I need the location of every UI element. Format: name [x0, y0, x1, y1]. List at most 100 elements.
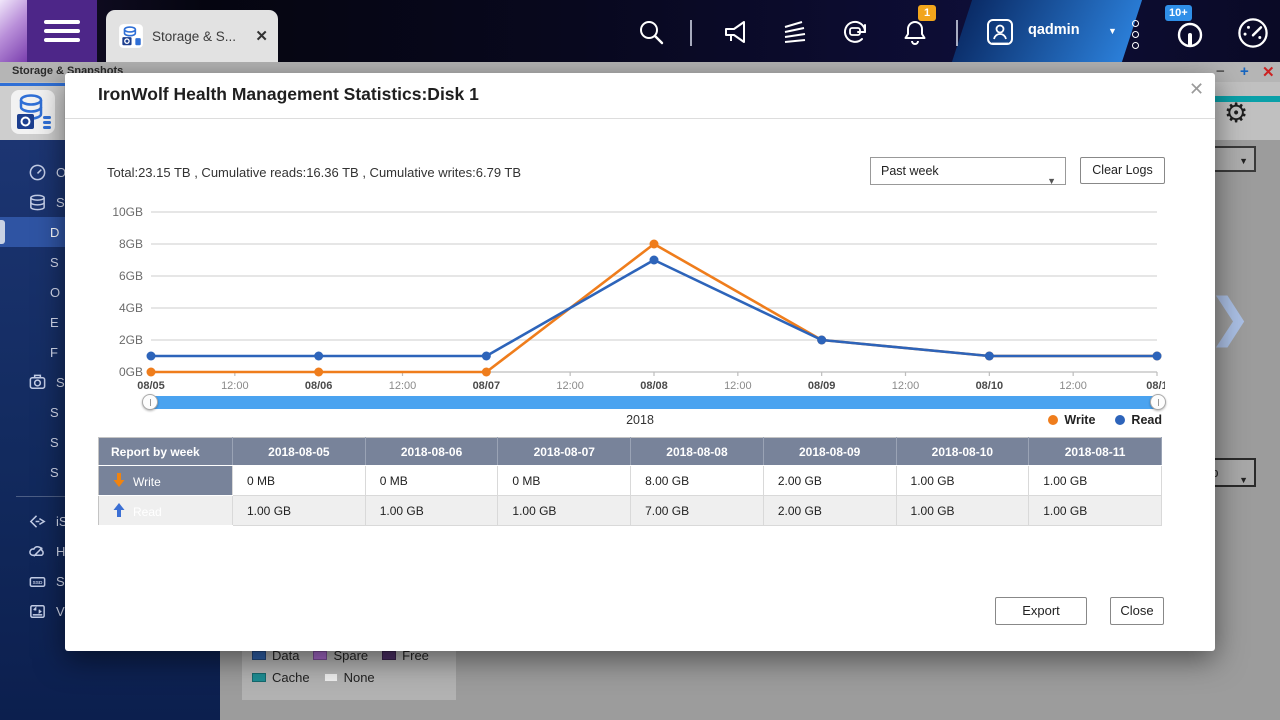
data-point-write: [650, 240, 659, 249]
data-point-write: [314, 368, 323, 377]
svg-text:12:00: 12:00: [724, 380, 752, 392]
window-minimize-button[interactable]: −: [1216, 63, 1225, 80]
table-date-header: 2018-08-05: [233, 438, 366, 466]
line-chart: 0GB2GB4GB6GB8GB10GB08/0512:0008/0612:000…: [95, 200, 1165, 395]
legend-item-cache: Cache: [252, 670, 310, 685]
external-device-sync-icon[interactable]: [840, 17, 870, 47]
table-cell: 0 MB: [498, 466, 631, 496]
period-dropdown[interactable]: Past week ▼: [870, 157, 1066, 185]
table-cell: 1.00 GB: [1029, 466, 1162, 496]
sidebar-item-label: F: [50, 345, 58, 360]
legend-dot-icon: [1048, 415, 1058, 425]
table-cell: 0 MB: [233, 466, 366, 496]
table-cell: 7.00 GB: [631, 496, 764, 526]
gauge-icon: [28, 163, 47, 182]
dashboard-badge: 10+: [1165, 5, 1192, 21]
period-dropdown-value: Past week: [881, 164, 939, 178]
data-point-read: [314, 352, 323, 361]
legend-item-none: None: [324, 670, 375, 685]
legend-label: Cache: [272, 670, 310, 685]
data-point-read: [985, 352, 994, 361]
topbar-separator: [690, 20, 692, 46]
table-date-header: 2018-08-11: [1029, 438, 1162, 466]
export-button[interactable]: Export: [995, 597, 1087, 625]
user-name[interactable]: qadmin: [1028, 22, 1080, 38]
sidebar-item-label: S: [50, 255, 59, 270]
table-cell: 2.00 GB: [763, 496, 896, 526]
table-date-header: 2018-08-07: [498, 438, 631, 466]
close-button[interactable]: Close: [1110, 597, 1164, 625]
data-point-read: [1153, 352, 1162, 361]
svg-text:12:00: 12:00: [1059, 380, 1087, 392]
table-date-header: 2018-08-10: [896, 438, 1029, 466]
svg-text:08/06: 08/06: [305, 380, 333, 392]
legend-series-label: Write: [1064, 413, 1095, 427]
user-avatar-icon[interactable]: [985, 17, 1015, 47]
window-maximize-button[interactable]: +: [1240, 63, 1249, 80]
chart-svg: 0GB2GB4GB6GB8GB10GB08/0512:0008/0612:000…: [95, 200, 1165, 395]
dialog-title: IronWolf Health Management Statistics:Di…: [98, 84, 479, 105]
statistics-table: Report by week2018-08-052018-08-062018-0…: [98, 437, 1162, 526]
data-point-read: [482, 352, 491, 361]
legend-swatch: [324, 673, 338, 682]
window-close-button[interactable]: ✕: [1262, 63, 1275, 81]
data-point-read: [817, 336, 826, 345]
brand-strip: [0, 0, 27, 62]
tab-storage-snapshots[interactable]: Storage & S... ✕: [106, 10, 278, 62]
background-tasks-icon[interactable]: [780, 17, 810, 47]
cloud-icon: [28, 542, 47, 561]
clear-logs-button[interactable]: Clear Logs: [1080, 157, 1165, 184]
hamburger-icon: [44, 15, 80, 47]
time-range-slider[interactable]: [146, 396, 1162, 409]
table-cell: 1.00 GB: [498, 496, 631, 526]
svg-text:4GB: 4GB: [119, 301, 143, 315]
svg-text:SSD: SSD: [33, 580, 43, 586]
user-caret-icon[interactable]: ▼: [1108, 26, 1117, 36]
sidebar-item-label: D: [50, 225, 59, 240]
table-date-header: 2018-08-09: [763, 438, 896, 466]
sidebar-item-label: O: [50, 285, 60, 300]
table-date-header: 2018-08-08: [631, 438, 764, 466]
tab-close-icon[interactable]: ✕: [255, 27, 268, 45]
more-options-icon[interactable]: [1128, 16, 1142, 53]
table-date-header: 2018-08-06: [365, 438, 498, 466]
vjbod-icon: [28, 602, 47, 621]
table-cell: 2.00 GB: [763, 466, 896, 496]
resource-monitor-icon[interactable]: [1236, 16, 1270, 50]
sidebar-item-label: S: [50, 465, 59, 480]
topbar-separator: [956, 20, 958, 46]
table-row-read: Read1.00 GB1.00 GB1.00 GB7.00 GB2.00 GB1…: [99, 496, 1162, 526]
svg-text:08/10: 08/10: [976, 380, 1004, 392]
storage-app-icon-large: [9, 88, 57, 136]
dialog-close-icon[interactable]: ✕: [1189, 79, 1204, 100]
svg-text:08/05: 08/05: [137, 380, 165, 392]
chart-legend-write: Write: [1048, 413, 1095, 427]
legend-label: None: [344, 670, 375, 685]
data-point-read: [147, 352, 156, 361]
slider-handle-right[interactable]: [1150, 394, 1166, 410]
svg-text:08/09: 08/09: [808, 380, 836, 392]
table-cell: 1.00 GB: [896, 496, 1029, 526]
announcement-icon[interactable]: [722, 17, 752, 47]
slider-handle-left[interactable]: [142, 394, 158, 410]
svg-text:08/07: 08/07: [473, 380, 501, 392]
chevron-down-icon: ▼: [1047, 168, 1056, 194]
main-menu-button[interactable]: [27, 0, 97, 62]
table-corner-header: Report by week: [99, 438, 233, 466]
table-cell: 1.00 GB: [1029, 496, 1162, 526]
chart-legend-read: Read: [1115, 413, 1162, 427]
dashboard-gauge-icon[interactable]: [1175, 20, 1205, 50]
screen: ⚙ ▼ ❯ up▼ OvStDSOEFSnSSSiSHySSDSSVJ Data…: [0, 0, 1280, 720]
search-icon[interactable]: [636, 17, 666, 47]
totals-summary: Total:23.15 TB , Cumulative reads:16.36 …: [107, 165, 521, 180]
notifications-bell-icon[interactable]: [900, 17, 930, 47]
data-point-read: [650, 256, 659, 265]
settings-gear-icon[interactable]: ⚙: [1224, 98, 1248, 129]
divider: [65, 118, 1215, 119]
table-cell: 1.00 GB: [365, 496, 498, 526]
table-cell: 8.00 GB: [631, 466, 764, 496]
legend-swatch: [313, 651, 327, 660]
chevron-down-icon: ▼: [1239, 156, 1248, 166]
svg-text:10GB: 10GB: [112, 205, 143, 219]
svg-text:2GB: 2GB: [119, 333, 143, 347]
